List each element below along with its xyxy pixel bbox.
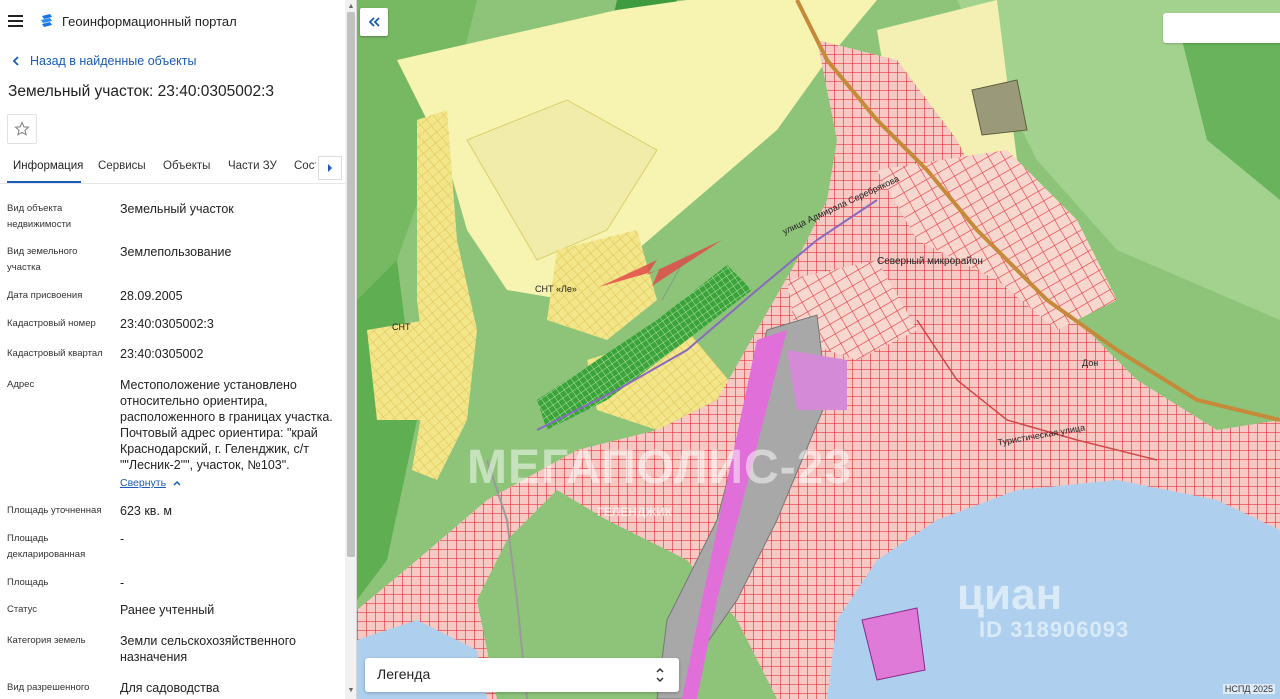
- tab-bar: Информация Сервисы Объекты Части ЗУ Сост…: [0, 152, 345, 184]
- map-view[interactable]: Северный микрорайон СНТ «Ле» СНТ улица А…: [357, 0, 1280, 699]
- collapse-panel-button[interactable]: [360, 8, 388, 36]
- chevron-right-icon: [328, 164, 332, 172]
- app-title: Геоинформационный портал: [62, 14, 237, 29]
- watermark-subtext: ГЕЛЕНДЖИК: [597, 505, 673, 519]
- tab-list: Информация Сервисы Объекты Части ЗУ Сост…: [0, 152, 316, 184]
- object-title: Земельный участок: 23:40:0305002:3: [8, 83, 275, 100]
- menu-icon[interactable]: [8, 15, 23, 27]
- app-root: Геоинформационный портал Назад в найденн…: [0, 0, 1280, 699]
- info-value: Земельный участок: [120, 202, 234, 216]
- tab-information[interactable]: Информация: [13, 160, 83, 172]
- map-attribution: НСПД 2025: [1222, 684, 1275, 694]
- info-value: -: [120, 576, 125, 590]
- portal-logo-icon: [41, 14, 52, 27]
- info-value: 23:40:0305002: [120, 347, 204, 361]
- info-value: 28.09.2005: [120, 289, 183, 303]
- snt-label: СНТ: [392, 322, 411, 332]
- info-value: Для садоводства: [120, 681, 220, 695]
- street-label: Дон: [1082, 358, 1099, 368]
- address-value: Местоположение установлено относительно …: [120, 377, 340, 491]
- info-label: Вид разрешенного: [7, 682, 90, 693]
- favorite-button[interactable]: [7, 114, 37, 144]
- info-label: Площадь уточненная: [7, 505, 102, 516]
- info-label: Кадастровый квартал: [7, 348, 103, 359]
- info-label: Категория земель: [7, 635, 86, 646]
- info-value: Ранее учтенный: [120, 603, 215, 617]
- top-bar: Геоинформационный портал: [0, 0, 345, 44]
- info-value: -: [120, 532, 125, 546]
- legend-selector[interactable]: Легенда: [365, 658, 679, 692]
- scrollbar-thumb[interactable]: [347, 12, 355, 557]
- info-value: 623 кв. м: [120, 504, 172, 518]
- tab-services[interactable]: Сервисы: [98, 160, 146, 172]
- collapse-link-label: Свернуть: [120, 477, 167, 489]
- tab-parts[interactable]: Части ЗУ: [228, 160, 277, 172]
- collapse-link[interactable]: Свернуть: [120, 475, 184, 491]
- info-label: Кадастровый номер: [7, 318, 96, 329]
- chevron-up-down-icon: [656, 667, 664, 683]
- back-link-label: Назад в найденные объекты: [30, 54, 197, 68]
- tab-objects[interactable]: Объекты: [163, 160, 210, 172]
- address-text: Местоположение установлено относительно …: [120, 378, 333, 472]
- legend-label: Легенда: [377, 666, 431, 682]
- scroll-up-arrow[interactable]: ▲: [346, 2, 356, 12]
- info-label: Адрес: [7, 379, 35, 390]
- info-label: Вид объекта недвижимости: [7, 203, 72, 230]
- active-tab-indicator: [7, 181, 81, 183]
- tab-composition[interactable]: Состав: [294, 160, 316, 172]
- chevron-left-icon: [12, 56, 19, 66]
- info-label: Площадь декларированная: [7, 533, 86, 560]
- info-label: Статус: [7, 604, 38, 615]
- map-canvas: [357, 0, 1280, 699]
- watermark-text: МЕГАПОЛИС-23: [467, 441, 853, 494]
- info-value: 23:40:0305002:3: [120, 317, 214, 331]
- chevron-up-icon: [173, 480, 181, 486]
- star-icon: [14, 121, 30, 136]
- cian-watermark: циан: [957, 570, 1063, 619]
- scroll-down-arrow[interactable]: ▼: [346, 686, 356, 696]
- snt-label: СНТ «Ле»: [535, 284, 577, 294]
- district-label: Северный микрорайон: [877, 256, 983, 267]
- info-label: Дата присвоения: [7, 290, 83, 301]
- tabs-scroll-right-button[interactable]: [318, 156, 342, 180]
- back-link[interactable]: Назад в найденные объекты: [10, 54, 196, 68]
- info-label: Площадь: [7, 577, 49, 588]
- double-chevron-left-icon: [368, 17, 380, 27]
- info-label: Вид земельного участка: [7, 246, 78, 273]
- info-panel: Геоинформационный портал Назад в найденн…: [0, 0, 357, 699]
- info-value: Землепользование: [120, 245, 232, 259]
- map-search-input[interactable]: [1163, 13, 1280, 43]
- info-value: Земли сельскохозяйственного назначения: [120, 634, 296, 664]
- cian-watermark-id: ID 318906093: [979, 617, 1130, 642]
